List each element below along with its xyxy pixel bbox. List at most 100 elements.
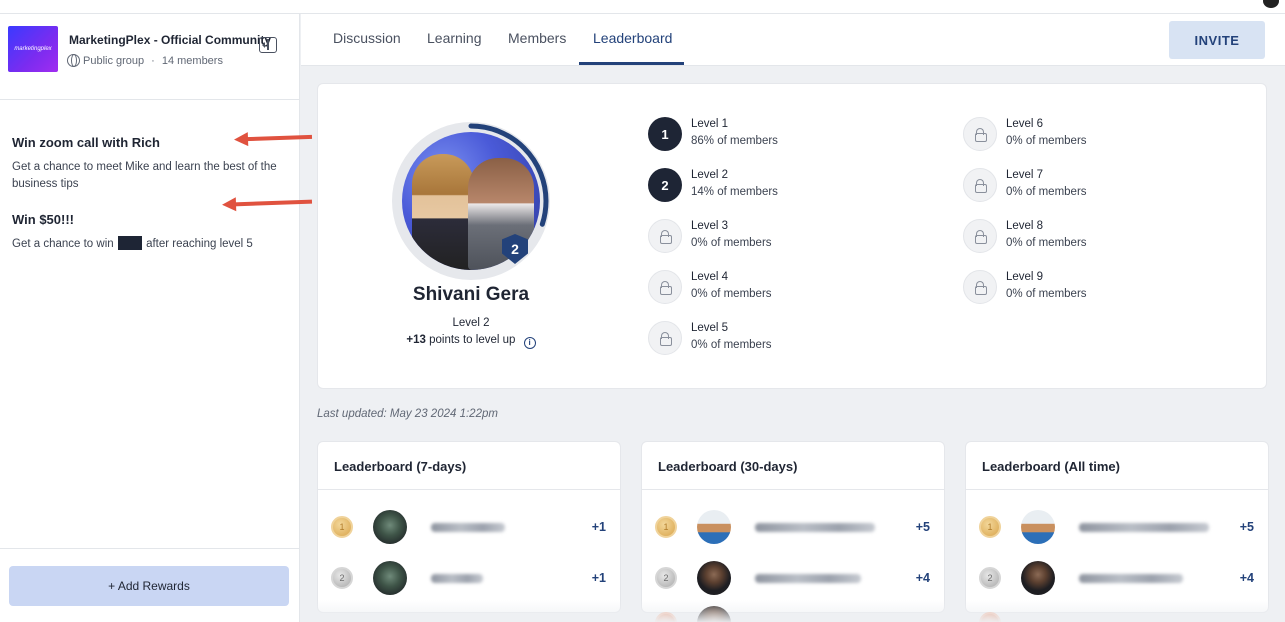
tab-members[interactable]: Members [508,30,566,46]
avatar[interactable] [373,510,407,544]
divider [642,489,944,490]
group-name[interactable]: MarketingPlex - Official Community [69,33,271,47]
redacted-amount [117,236,142,250]
leaderboard-row[interactable]: 1 +1 [318,506,620,546]
reward-description: Get a chance to win after reaching level… [12,236,292,253]
group-member-count: 14 members [161,54,223,67]
level-name: Level 4 [691,271,729,283]
group-privacy: Public group [83,54,145,67]
level-item-3: Level 3 0% of members [648,219,908,255]
sidebar: marketingplex MarketingPlex - Official C… [0,14,300,622]
gold-medal-icon: 1 [331,516,353,538]
lock-icon [963,219,997,253]
blurred-member-name [755,574,861,583]
level-percentage: 0% of members [1006,237,1087,249]
blurred-member-name [1079,574,1183,583]
level-item-9: Level 9 0% of members [963,270,1223,306]
info-icon[interactable]: i [523,337,536,349]
last-updated-text: Last updated: May 23 2024 1:22pm [317,408,498,420]
blurred-member-name [1079,523,1209,532]
level-item-8: Level 8 0% of members [963,219,1223,255]
leaderboard-row[interactable]: 1 +5 [966,506,1268,546]
tab-discussion[interactable]: Discussion [333,30,401,46]
avatar[interactable] [697,561,731,595]
avatar[interactable] [373,561,407,595]
level-item-4: Level 4 0% of members [648,270,908,306]
avatar[interactable] [697,606,731,622]
silver-medal-icon: 2 [331,567,353,589]
level-name: Level 7 [1006,169,1044,181]
reward-item[interactable]: Win zoom call with Rich Get a chance to … [12,135,292,193]
reward-item[interactable]: Win $50!!! Get a chance to win after rea… [12,212,292,253]
level-percentage: 86% of members [691,135,778,147]
lock-icon [648,321,682,355]
divider [318,489,620,490]
blurred-member-name [431,574,483,583]
leaderboard-title: Leaderboard (30-days) [658,459,798,474]
group-logo[interactable]: marketingplex [8,26,58,72]
gold-medal-icon: 1 [979,516,1001,538]
level-percentage: 0% of members [1006,288,1087,300]
points-to-level-up: +13 points to level up i [358,334,584,349]
member-points: +1 [591,520,606,534]
blurred-member-name [755,523,875,532]
level-name: Level 5 [691,322,729,334]
lock-icon [648,219,682,253]
level-item-5: Level 5 0% of members [648,321,908,357]
globe-icon [67,54,80,67]
bronze-medal-icon [979,612,1001,622]
profile-level: Level 2 [452,317,490,329]
avatar[interactable] [1021,561,1055,595]
reward-title: Win $50!!! [12,212,74,227]
lock-icon [963,168,997,202]
profile-avatar[interactable]: 2 [392,122,550,280]
tab-leaderboard[interactable]: Leaderboard [593,30,672,46]
avatar[interactable] [697,510,731,544]
bronze-medal-icon [655,612,677,622]
active-tab-indicator [579,62,684,65]
leaderboard-all-time: Leaderboard (All time) 1 +5 2 +4 [965,441,1269,622]
level-number-circle: 2 [648,168,682,202]
leaderboard-row[interactable]: 2 +4 [642,557,944,597]
member-points: +5 [1239,520,1254,534]
level-item-6: Level 6 0% of members [963,117,1223,153]
collapse-sidebar-icon[interactable] [259,37,277,53]
member-points: +4 [1239,571,1254,585]
member-points: +4 [915,571,930,585]
leaderboard-row[interactable] [642,602,944,622]
reward-description-after: after reaching level 5 [146,238,253,250]
level-summary-card: 2 Shivani Gera Level 2 +13 points to lev… [317,83,1267,389]
level-item-7: Level 7 0% of members [963,168,1223,204]
group-meta: Public group · 14 members [67,54,223,67]
leaderboard-row[interactable]: 2 +1 [318,557,620,597]
add-rewards-button[interactable]: + Add Rewards [9,566,289,606]
level-name: Level 8 [1006,220,1044,232]
photo-person [412,154,474,270]
level-item-2: 2 Level 2 14% of members [648,168,908,204]
level-number-circle: 1 [648,117,682,151]
tab-learning[interactable]: Learning [427,30,482,46]
user-avatar-edge[interactable] [1263,0,1279,8]
silver-medal-icon: 2 [655,567,677,589]
member-points: +5 [915,520,930,534]
leaderboard-title: Leaderboard (7-days) [334,459,467,474]
points-text: points to level up [429,334,516,346]
leaderboard-title: Leaderboard (All time) [982,459,1120,474]
leaderboard-row[interactable] [966,602,1268,622]
leaderboard-30-days: Leaderboard (30-days) 1 +5 2 +4 [641,441,945,622]
leaderboard-row[interactable]: 2 +4 [966,557,1268,597]
avatar[interactable] [1021,510,1055,544]
invite-button[interactable]: INVITE [1169,21,1265,59]
blurred-member-name [431,523,505,532]
level-item-1: 1 Level 1 86% of members [648,117,908,153]
lock-icon [963,270,997,304]
level-percentage: 14% of members [691,186,778,198]
gold-medal-icon: 1 [655,516,677,538]
level-percentage: 0% of members [691,237,772,249]
leaderboard-7-days: Leaderboard (7-days) 1 +1 2 +1 [317,441,621,613]
meta-separator: · [151,54,155,67]
leaderboard-row[interactable]: 1 +5 [642,506,944,546]
profile-name: Shivani Gera [412,284,530,305]
divider [966,489,1268,490]
top-navigation: Discussion Learning Members Leaderboard … [301,14,1285,66]
